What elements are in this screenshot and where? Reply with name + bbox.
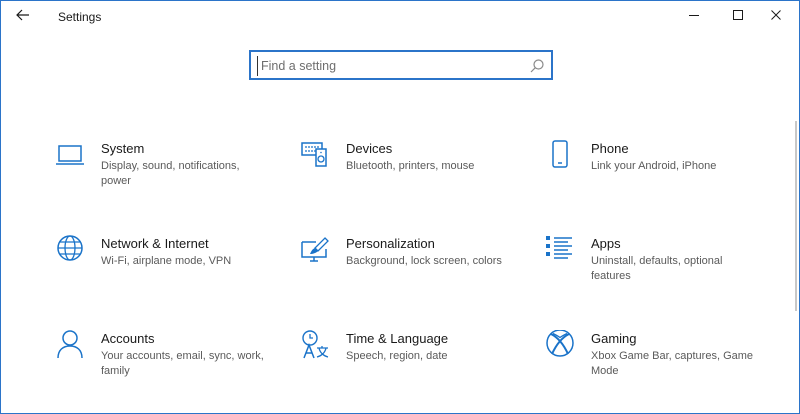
tile-time-language[interactable]: Time & Language Speech, region, date — [300, 330, 530, 390]
window-title: Settings — [58, 10, 102, 24]
devices-icon — [300, 140, 332, 172]
settings-window: Settings System Display, sound, notif — [0, 0, 800, 414]
tile-title: Apps — [591, 236, 621, 251]
globe-icon — [55, 235, 87, 267]
tile-phone[interactable]: Phone Link your Android, iPhone — [545, 140, 775, 200]
xbox-icon — [545, 330, 577, 362]
tile-title: Phone — [591, 141, 629, 156]
tile-gaming[interactable]: Gaming Xbox Game Bar, captures, Game Mod… — [545, 330, 775, 390]
back-button[interactable] — [9, 5, 37, 29]
minimize-button[interactable] — [671, 1, 717, 33]
phone-icon — [545, 140, 577, 172]
tile-title: Devices — [346, 141, 393, 156]
tile-network[interactable]: Network & Internet Wi-Fi, airplane mode,… — [55, 235, 285, 295]
tile-title: Time & Language — [346, 331, 449, 346]
tile-description: Bluetooth, printers, mouse — [346, 160, 475, 172]
scrollbar[interactable] — [795, 121, 797, 311]
tile-title: System — [101, 141, 145, 156]
tile-system[interactable]: System Display, sound, notifications, po… — [55, 140, 285, 200]
tile-description: Background, lock screen, colors — [346, 255, 502, 267]
tile-description: Uninstall, defaults, optional features — [591, 255, 723, 282]
tile-title: Personalization — [346, 236, 435, 251]
tile-devices[interactable]: Devices Bluetooth, printers, mouse — [300, 140, 530, 200]
apps-list-icon — [545, 235, 577, 267]
tile-accounts[interactable]: Accounts Your accounts, email, sync, wor… — [55, 330, 285, 390]
maximize-icon — [732, 8, 744, 26]
tile-description: Speech, region, date — [346, 350, 448, 362]
time-language-icon — [300, 330, 332, 362]
tile-apps[interactable]: Apps Uninstall, defaults, optional featu… — [545, 235, 775, 295]
search-icon[interactable] — [529, 58, 545, 74]
laptop-icon — [55, 140, 87, 172]
tile-description: Your accounts, email, sync, work, family — [101, 350, 264, 377]
tile-title: Network & Internet — [101, 236, 209, 251]
close-button[interactable] — [753, 1, 799, 33]
search-input[interactable] — [257, 56, 527, 76]
search-box — [249, 50, 553, 80]
tile-title: Gaming — [591, 331, 637, 346]
paintbrush-icon — [300, 235, 332, 267]
tile-title: Accounts — [101, 331, 155, 346]
tile-description: Xbox Game Bar, captures, Game Mode — [591, 350, 754, 377]
back-arrow-icon — [16, 8, 30, 26]
tile-description: Wi-Fi, airplane mode, VPN — [101, 255, 232, 267]
person-icon — [55, 330, 87, 362]
title-bar: Settings — [1, 1, 799, 33]
tile-description: Link your Android, iPhone — [591, 160, 717, 172]
tile-description: Display, sound, notifications, power — [101, 160, 240, 187]
minimize-icon — [688, 8, 700, 26]
tile-personalization[interactable]: Personalization Background, lock screen,… — [300, 235, 530, 295]
close-icon — [770, 8, 782, 26]
